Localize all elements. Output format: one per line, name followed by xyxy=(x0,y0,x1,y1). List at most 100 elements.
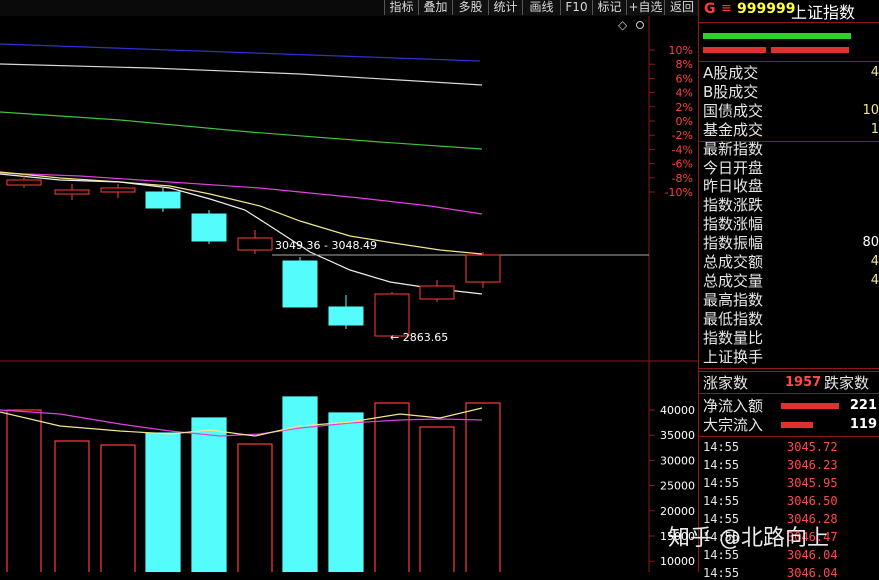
volume-bar xyxy=(465,402,501,572)
toolbar-button-7[interactable]: +自选 xyxy=(626,0,664,15)
kline-chart[interactable]: 10%8%6% 4%2%0%-2%-4% -6%-8%-10% 40000 35000 3… xyxy=(0,16,698,572)
crosshair-price-label: 3049.36 - 3048.49 xyxy=(275,239,377,252)
candle-body xyxy=(282,260,318,308)
candle-body xyxy=(6,179,42,186)
candle-body xyxy=(191,213,227,242)
toolbar-button-3[interactable]: 统计 xyxy=(488,0,522,15)
block-inflow-bar xyxy=(781,422,813,428)
tick-price: 3045.72 xyxy=(787,440,838,454)
pct-tick-label: 8% xyxy=(676,58,693,71)
tick-price: 3045.95 xyxy=(787,476,838,490)
info-label: 今日开盘 xyxy=(703,158,764,177)
block-inflow-value: 119 xyxy=(849,417,877,432)
ad-bar-red-2 xyxy=(771,47,849,53)
candle-body xyxy=(374,293,410,337)
info-label: A股成交 xyxy=(703,64,759,82)
info-value: 4 xyxy=(870,272,879,288)
info-label: 总成交额 xyxy=(703,253,764,271)
quote-panel: G ≡ 999999 上证指数 A股成交 4 B股成交 国债成交 10 基金成交 1 最新指数… xyxy=(698,0,879,580)
candle-body xyxy=(54,189,90,195)
volume-bar xyxy=(374,402,410,572)
menu-icon[interactable]: ≡ xyxy=(721,1,732,16)
volume-bar xyxy=(191,417,227,572)
stock-name: 上证指数 xyxy=(791,3,856,22)
volume-bar xyxy=(419,426,455,572)
vol-tick-label: 10000 xyxy=(660,555,695,568)
info-label: 昨日收盘 xyxy=(703,177,764,196)
info-label: 指数量比 xyxy=(703,328,764,347)
info-label: 总成交量 xyxy=(703,271,764,290)
toolbar-button-0[interactable]: 指标 xyxy=(384,0,418,15)
market-tag: G xyxy=(704,1,716,17)
circle-icon xyxy=(636,21,644,29)
info-label: 国债成交 xyxy=(703,101,764,120)
info-label: 指数涨幅 xyxy=(703,215,764,234)
info-label: 上证换手 xyxy=(703,347,764,366)
toolbar-button-8[interactable]: 返回 xyxy=(664,0,699,15)
watermark: 知乎 @北路向上 xyxy=(668,526,829,551)
info-value: 1 xyxy=(870,121,879,137)
vol-ma-magenta xyxy=(0,409,483,437)
down-count-label: 跌家数 xyxy=(824,374,870,392)
tick-price: 3046.23 xyxy=(787,458,838,472)
pct-tick-label: 10% xyxy=(669,44,693,57)
pct-tick-label: 6% xyxy=(676,72,693,85)
volume-bar xyxy=(54,440,90,572)
info-value: 4 xyxy=(870,65,879,80)
volume-bar xyxy=(145,432,181,572)
candle-body xyxy=(100,187,136,193)
info-value: 80 xyxy=(862,235,879,251)
up-count-label: 涨家数 xyxy=(703,374,749,392)
toolbar-button-1[interactable]: 叠加 xyxy=(418,0,452,15)
vol-tick-label: 20000 xyxy=(660,505,695,518)
pct-tick-label: -10% xyxy=(665,186,693,199)
tick-time: 14:55 xyxy=(703,566,740,580)
volume-bar xyxy=(237,443,273,572)
low-price-label: ← 2863.65 xyxy=(390,331,448,344)
ma-line-gray xyxy=(0,63,483,86)
tick-time: 14:55 xyxy=(703,440,740,454)
candle-body xyxy=(328,306,364,326)
block-inflow-label: 大宗流入 xyxy=(703,416,764,434)
net-inflow-label: 净流入额 xyxy=(703,397,764,415)
vol-ma-yellow xyxy=(0,407,483,437)
up-count-value: 1957 xyxy=(785,375,822,390)
tick-time: 14:55 xyxy=(703,494,740,508)
ma-line-green xyxy=(0,111,483,150)
volume-bar xyxy=(282,396,318,572)
vol-tick-label: 40000 xyxy=(660,404,695,417)
ma-line-blue xyxy=(0,43,481,62)
toolbar-button-2[interactable]: 多股 xyxy=(452,0,488,15)
volume-bar xyxy=(6,409,42,572)
toolbar-button-6[interactable]: 标记 xyxy=(592,0,626,15)
toolbar-button-5[interactable]: F10 xyxy=(560,0,592,15)
pct-tick-label: -6% xyxy=(672,158,693,171)
info-label: 最新指数 xyxy=(703,139,764,158)
info-label: 最高指数 xyxy=(703,290,764,309)
candle-body xyxy=(419,285,455,300)
settings-diamond-icon: ◇ xyxy=(618,18,628,32)
ad-bar-green xyxy=(703,33,851,39)
tick-time: 14:55 xyxy=(703,476,740,490)
tick-price: 3046.04 xyxy=(787,566,838,580)
info-label: 指数涨跌 xyxy=(703,196,764,215)
tick-price: 3046.50 xyxy=(787,494,838,508)
vol-tick-label: 35000 xyxy=(660,429,695,442)
info-label: 基金成交 xyxy=(703,120,764,139)
pct-tick-label: -2% xyxy=(672,129,693,142)
toolbar-button-4[interactable]: 画线 xyxy=(522,0,560,15)
net-inflow-value: 221 xyxy=(849,398,877,413)
info-label: B股成交 xyxy=(703,82,759,101)
pct-tick-label: 2% xyxy=(676,101,693,114)
stock-code: 999999 xyxy=(737,1,796,17)
pct-tick-label: 4% xyxy=(676,87,693,100)
candle-body xyxy=(237,237,273,251)
volume-bar xyxy=(328,412,364,572)
info-value: 4 xyxy=(870,254,879,269)
tick-time: 14:55 xyxy=(703,458,740,472)
chart-toolbar: 指标 叠加 多股 统计 画线 F10 标记 +自选 返回 xyxy=(0,0,699,16)
pct-tick-label: -4% xyxy=(672,143,693,156)
info-label: 最低指数 xyxy=(703,309,764,328)
volume-bar xyxy=(100,444,136,572)
net-inflow-bar xyxy=(781,403,839,409)
